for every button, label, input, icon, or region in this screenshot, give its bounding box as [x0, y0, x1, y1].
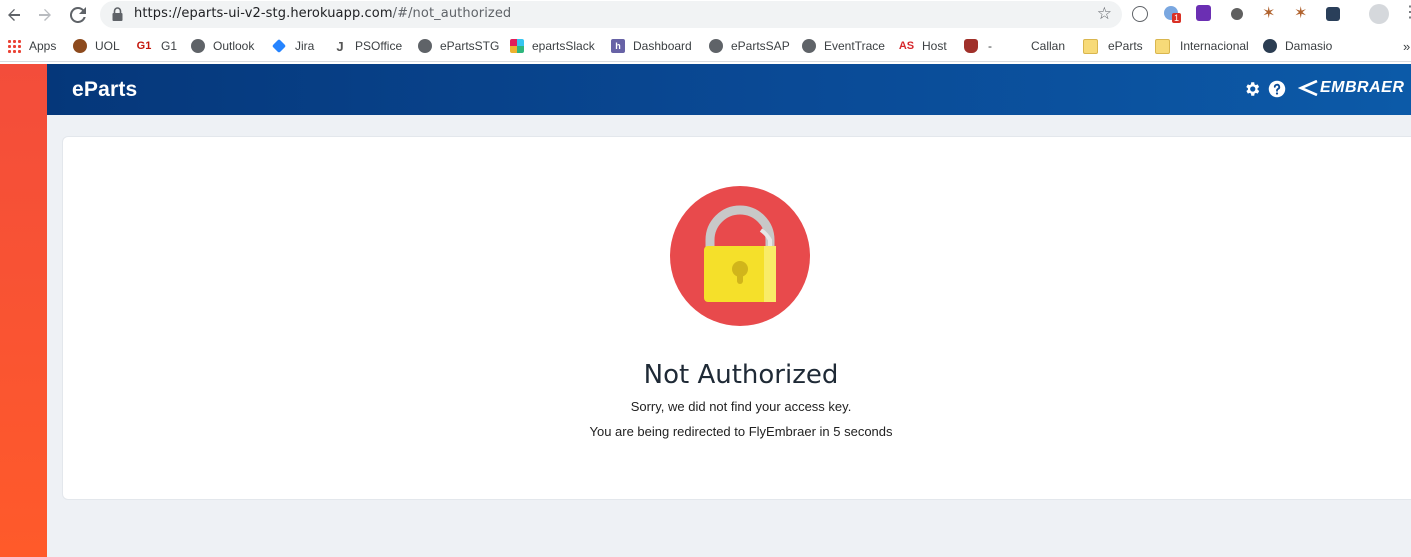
bookmark-callan[interactable]: Callan: [1031, 38, 1065, 54]
bookmark-label: EventTrace: [824, 39, 885, 53]
address-bar[interactable]: https://eparts-ui-v2-stg.herokuapp.com/#…: [100, 1, 1122, 28]
bookmark-label: G1: [161, 39, 178, 53]
back-button[interactable]: [1, 2, 27, 28]
bookmark-dash[interactable]: -: [964, 38, 992, 54]
bookmark-epartssap[interactable]: ePartsSAP: [709, 38, 790, 54]
folder-icon: [1083, 38, 1098, 54]
bookmark-apps[interactable]: Apps: [7, 38, 56, 54]
extension-star2-icon[interactable]: ✶: [1294, 3, 1312, 22]
reload-button[interactable]: [65, 2, 91, 28]
extension-globe-icon[interactable]: 1: [1164, 6, 1182, 23]
extension-star-icon[interactable]: ✶: [1262, 3, 1280, 22]
reload-icon: [70, 7, 86, 23]
embraer-chevron-icon: [1297, 80, 1318, 96]
url-text: https://eparts-ui-v2-stg.herokuapp.com/#…: [134, 6, 511, 21]
bookmark-label: epartsSlack: [532, 39, 595, 53]
bookmark-internacional-folder[interactable]: Internacional: [1155, 38, 1249, 54]
embraer-logo: EMBRAER: [1297, 79, 1404, 97]
url-host: https://eparts-ui-v2-stg.herokuapp.com: [134, 6, 393, 21]
bookmark-label: Callan: [1031, 39, 1066, 53]
help-icon[interactable]: [1268, 80, 1286, 98]
bookmark-label: Jira: [295, 39, 315, 53]
bookmark-label: Outlook: [213, 39, 255, 53]
bookmark-label: eParts: [1108, 39, 1143, 53]
lock-icon: [112, 7, 123, 21]
padlock-icon: [670, 186, 810, 326]
more-bookmarks-label: »: [1403, 38, 1411, 54]
forward-button[interactable]: [32, 2, 58, 28]
app-header: eParts EMBRAER: [47, 64, 1411, 115]
globe-icon: [802, 39, 816, 53]
bookmark-dashboard[interactable]: h Dashboard: [611, 38, 692, 54]
bookmark-label: UOL: [95, 39, 120, 53]
bookmark-label: PSOffice: [355, 39, 403, 53]
slack-icon: [510, 39, 524, 53]
app-page: eParts EMBRAER Not Authorized Sorry, we …: [47, 64, 1411, 557]
bookmark-jira[interactable]: Jira: [271, 38, 315, 54]
globe-icon: [191, 39, 205, 53]
ruby-icon: [964, 39, 978, 53]
psoffice-icon: J: [336, 38, 344, 54]
uol-icon: [73, 39, 87, 53]
as-icon: AS: [898, 40, 915, 52]
bookmark-label: Damasio: [1285, 39, 1333, 53]
brand-title[interactable]: eParts: [72, 78, 137, 102]
extension-music-icon[interactable]: [1326, 7, 1340, 21]
globe-icon: [418, 39, 432, 53]
bookmark-g1[interactable]: G1 G1: [135, 38, 177, 54]
damasio-icon: [1263, 39, 1277, 53]
jira-icon: [271, 38, 287, 54]
bookmark-eventtrace[interactable]: EventTrace: [802, 38, 885, 54]
bookmark-label: Host: [922, 39, 947, 53]
extension-rp-icon[interactable]: [1196, 5, 1211, 21]
menu-dots-icon[interactable]: ⋮: [1402, 2, 1411, 21]
bookmark-label: ePartsSTG: [440, 39, 500, 53]
extension-badge: 1: [1172, 13, 1182, 23]
bookmark-psoffice[interactable]: J PSOffice: [333, 38, 402, 54]
globe-icon: [709, 39, 723, 53]
bookmark-epartsstg[interactable]: ePartsSTG: [418, 38, 499, 54]
bookmark-eparts-folder[interactable]: eParts: [1083, 38, 1143, 54]
settings-gear-icon[interactable]: [1243, 80, 1261, 98]
bookmark-epartsslack[interactable]: epartsSlack: [510, 38, 595, 54]
bookmark-uol[interactable]: UOL: [73, 38, 120, 54]
extension-circle-icon[interactable]: [1132, 6, 1148, 22]
bookmark-label: Apps: [29, 39, 57, 53]
folder-icon: [1155, 38, 1170, 54]
apps-grid-icon: [7, 39, 21, 53]
redirect-message: You are being redirected to FlyEmbraer i…: [589, 424, 893, 439]
extension-dot-icon[interactable]: [1231, 8, 1243, 20]
page-title: Not Authorized: [643, 360, 839, 390]
arrow-left-icon: [8, 9, 20, 21]
not-authorized-card: Not Authorized Sorry, we did not find yo…: [62, 136, 1411, 500]
bookmark-label: ePartsSAP: [731, 39, 790, 53]
bookmark-star-icon[interactable]: ☆: [1097, 5, 1112, 23]
bookmark-label: -: [988, 39, 992, 53]
url-path: /#/not_authorized: [392, 6, 512, 21]
heroku-icon: h: [611, 39, 625, 53]
more-bookmarks-button[interactable]: »: [1403, 38, 1410, 54]
bookmark-label: Dashboard: [633, 39, 692, 53]
bookmark-outlook[interactable]: Outlook: [191, 38, 254, 54]
bookmarks-bar: Apps UOL G1 G1 Outlook Jira J PSOffice e…: [0, 31, 1411, 62]
logo-text: EMBRAER: [1320, 79, 1405, 96]
bookmark-host[interactable]: AS Host: [898, 38, 947, 54]
browser-toolbar: https://eparts-ui-v2-stg.herokuapp.com/#…: [0, 0, 1411, 29]
arrow-right-icon: [39, 9, 51, 21]
bookmark-label: Internacional: [1180, 39, 1249, 53]
bookmark-damasio[interactable]: Damasio: [1263, 38, 1332, 54]
g1-icon: G1: [136, 40, 152, 52]
left-accent-bar: [0, 64, 47, 557]
access-key-message: Sorry, we did not find your access key.: [630, 399, 852, 414]
profile-avatar-icon[interactable]: [1369, 4, 1389, 24]
